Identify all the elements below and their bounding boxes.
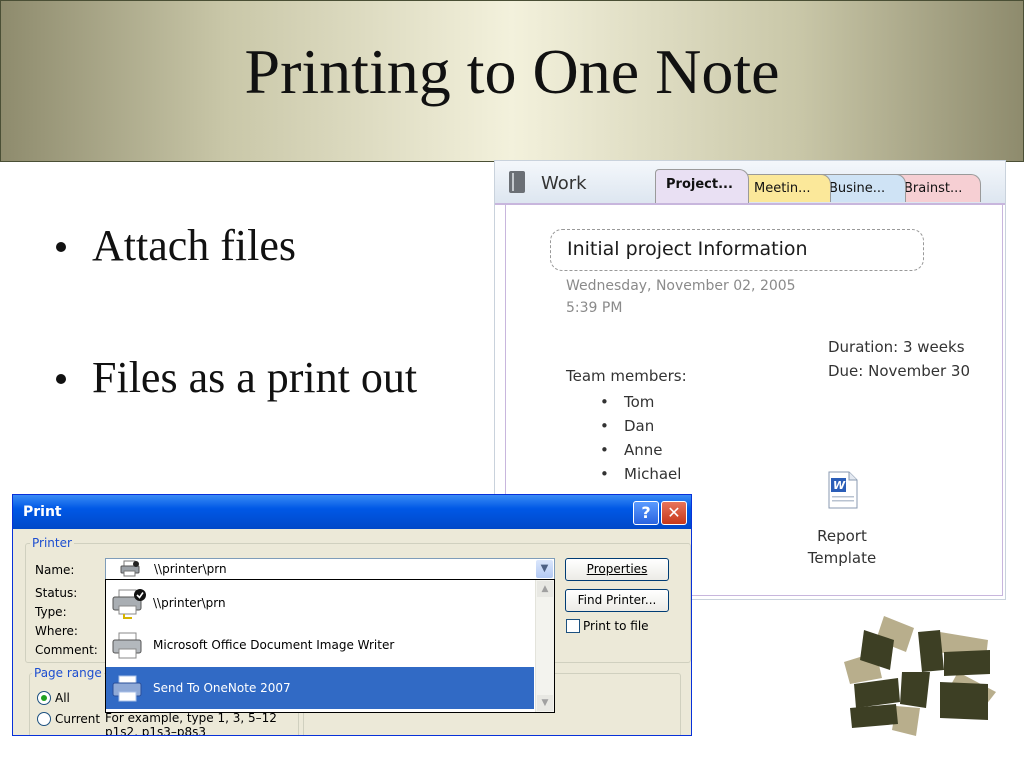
- list-item[interactable]: Microsoft Office Document Image Writer: [106, 624, 534, 666]
- list-item: Michael: [600, 462, 681, 486]
- company-logo: [844, 616, 996, 736]
- bullet-text: Files as a print out: [92, 353, 418, 402]
- scroll-down-icon[interactable]: ▼: [537, 695, 553, 711]
- current-radio-label: Current: [55, 712, 101, 726]
- page-date-text: Wednesday, November 02, 2005: [566, 278, 796, 294]
- bullet-dot: [56, 374, 66, 384]
- duration-text: Duration: 3 weeks: [828, 338, 965, 356]
- where-label: Where:: [35, 624, 78, 638]
- page-date: Wednesday, November 02, 2005 5:39 PM: [566, 275, 796, 319]
- printer-group-label: Printer: [30, 536, 74, 550]
- current-radio[interactable]: [37, 712, 51, 726]
- network-printer-icon: [112, 589, 146, 619]
- dialog-title: Print: [23, 504, 62, 520]
- printer-dropdown-list: \\printer\prn Microsoft Office Document …: [105, 579, 555, 713]
- close-button[interactable]: ✕: [661, 501, 687, 525]
- svg-text:W: W: [833, 479, 846, 492]
- tab-brainstorm[interactable]: Brainst...: [893, 174, 981, 202]
- printer-name-select[interactable]: \\printer\prn ▼: [105, 558, 555, 580]
- attachment-label-line1: Report: [817, 527, 867, 545]
- list-item-selected[interactable]: Send To OneNote 2007: [106, 667, 534, 709]
- page-title: Initial project Information: [567, 238, 808, 260]
- bullet-item: Attach files: [52, 222, 417, 270]
- find-printer-button[interactable]: Find Printer...: [565, 589, 669, 612]
- team-members-list: Tom Dan Anne Michael: [600, 390, 681, 486]
- page-title-box[interactable]: Initial project Information: [550, 229, 924, 271]
- print-to-file-label: Print to file: [583, 619, 649, 633]
- notebook-header: Work Wo Brainst... Busine... Meetin... P…: [495, 161, 1005, 205]
- list-item: Anne: [600, 438, 681, 462]
- printer-icon: [120, 560, 140, 577]
- properties-button-label: Properties: [586, 562, 648, 576]
- word-document-icon[interactable]: W: [828, 471, 858, 509]
- bullet-list: Attach files Files as a print out: [52, 222, 417, 402]
- slide-title-band: Printing to One Note: [0, 0, 1024, 162]
- selected-printer: \\printer\prn: [154, 562, 227, 576]
- list-item-label: Send To OneNote 2007: [153, 681, 291, 695]
- pages-hint-2: p1s2, p1s3–p8s3: [105, 725, 207, 736]
- list-item-label: \\printer\prn: [153, 596, 226, 610]
- properties-button[interactable]: Properties: [565, 558, 669, 581]
- due-text: Due: November 30: [828, 362, 970, 380]
- find-printer-button-label: Find Printer...: [577, 593, 657, 607]
- attachment-label-line2: Template: [807, 549, 877, 567]
- page-range-group-label: Page range: [32, 666, 104, 680]
- comment-label: Comment:: [35, 643, 98, 657]
- list-item: Tom: [600, 390, 681, 414]
- bullet-text: Attach files: [92, 221, 297, 270]
- chevron-down-icon[interactable]: ▼: [536, 560, 553, 578]
- pages-hint: For example, type 1, 3, 5–12: [105, 711, 277, 725]
- tab-business[interactable]: Busine...: [818, 174, 906, 202]
- dropdown-scrollbar[interactable]: ▲ ▼: [535, 580, 554, 712]
- bullet-item: Files as a print out: [52, 354, 417, 402]
- printer-icon: [112, 632, 142, 659]
- all-radio-label: All: [55, 691, 70, 705]
- tab-meetings[interactable]: Meetin...: [743, 174, 831, 202]
- list-item-label: Microsoft Office Document Image Writer: [153, 638, 395, 652]
- attachment-label[interactable]: Report Template: [800, 525, 884, 569]
- tab-project[interactable]: Project...: [655, 169, 749, 203]
- list-item: Dan: [600, 414, 681, 438]
- page-time-text: 5:39 PM: [566, 300, 623, 316]
- all-radio[interactable]: [37, 691, 51, 705]
- slide-title: Printing to One Note: [244, 36, 780, 107]
- printer-icon: [112, 675, 142, 702]
- print-dialog: Print ? ✕ Printer Name: Status: Type: Wh…: [12, 494, 692, 736]
- type-label: Type:: [35, 605, 67, 619]
- project-schedule: Duration: 3 weeks Due: November 30: [828, 335, 970, 383]
- name-label: Name:: [35, 563, 75, 577]
- bullet-dot: [56, 242, 66, 252]
- notebook-title: Work: [541, 173, 587, 194]
- scroll-up-icon[interactable]: ▲: [537, 581, 553, 597]
- status-label: Status:: [35, 586, 78, 600]
- help-button[interactable]: ?: [633, 501, 659, 525]
- list-item[interactable]: \\printer\prn: [106, 582, 534, 624]
- print-to-file-checkbox[interactable]: [566, 619, 580, 633]
- notebook-icon: [509, 171, 525, 193]
- dialog-title-bar[interactable]: Print ? ✕: [13, 495, 691, 529]
- team-members-label: Team members:: [566, 367, 687, 385]
